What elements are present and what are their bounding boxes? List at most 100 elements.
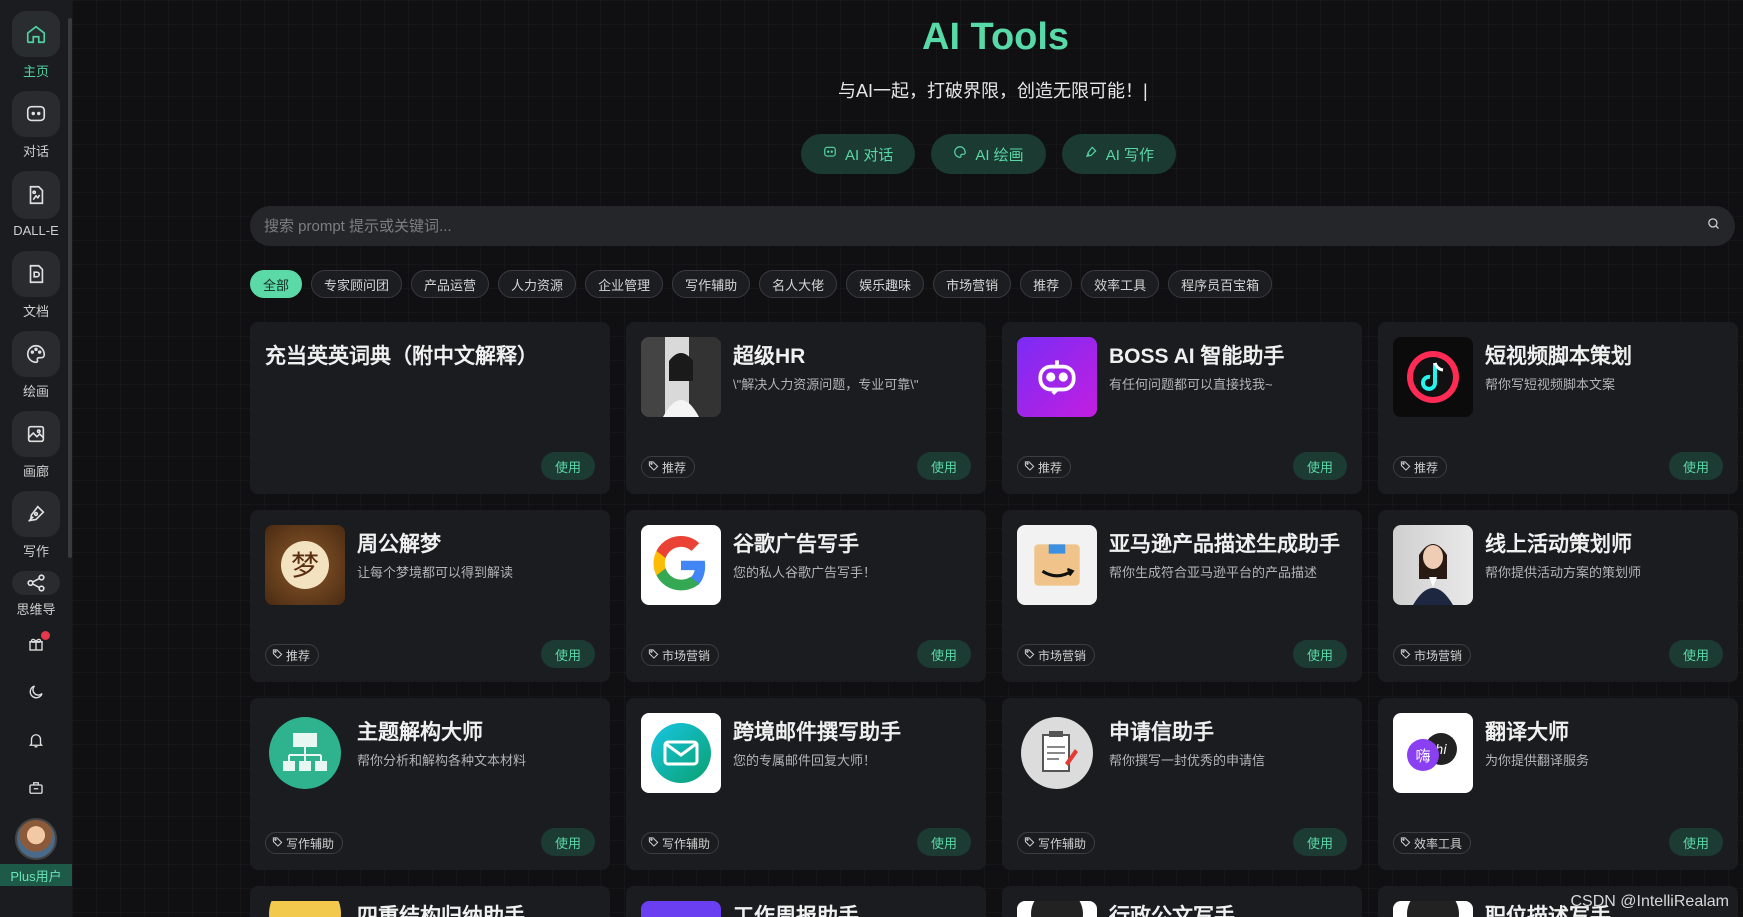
- sidebar-item-dalle[interactable]: DALL-E: [0, 160, 72, 240]
- sidebar-scrollbar[interactable]: [68, 18, 72, 558]
- sidebar-item-label: 写作: [22, 544, 49, 559]
- category-tag[interactable]: 推荐: [1020, 270, 1073, 298]
- card-title: 跨境邮件撰写助手: [733, 721, 901, 744]
- gift-button[interactable]: [16, 626, 56, 666]
- prompt-card[interactable]: 工作周报助手: [626, 886, 986, 917]
- use-button[interactable]: 使用: [1669, 452, 1723, 480]
- sidebar-item-painting[interactable]: 绘画: [0, 320, 72, 400]
- prompt-card[interactable]: 充当英英词典（附中文解释） 使用: [250, 322, 610, 494]
- card-description: 帮你撰写一封优秀的申请信: [1109, 753, 1266, 768]
- sidebar-item-label: 主页: [22, 64, 49, 79]
- moon-icon: [27, 683, 45, 706]
- sidebar-item-writing[interactable]: 写作: [0, 480, 72, 560]
- category-tag[interactable]: 市场营销: [933, 270, 1012, 298]
- category-tag[interactable]: 效率工具: [1081, 270, 1160, 298]
- card-tag[interactable]: 推荐: [641, 456, 696, 478]
- card-tag[interactable]: 市场营销: [1017, 644, 1096, 666]
- pen-icon: [1084, 145, 1098, 163]
- white-tile-icon: [1017, 901, 1097, 917]
- use-button[interactable]: 使用: [1293, 640, 1347, 668]
- tag-icon: [648, 836, 659, 850]
- use-button[interactable]: 使用: [917, 828, 971, 856]
- plus-user-label[interactable]: Plus用户: [0, 864, 72, 886]
- white-tile-icon: [1393, 901, 1473, 917]
- sidebar-item-mindmap[interactable]: 思维导: [0, 560, 72, 618]
- card-title: 四重结构归纳助手: [357, 905, 525, 917]
- ai-chat-button[interactable]: AI 对话: [801, 134, 916, 174]
- prompt-card[interactable]: 梦 周公解梦 让每个梦境都可以得到解读 推荐 使用: [250, 510, 610, 682]
- category-tag[interactable]: 人力资源: [498, 270, 577, 298]
- planner-portrait-image: [1393, 525, 1473, 605]
- use-button[interactable]: 使用: [1293, 828, 1347, 856]
- card-title: 主题解构大师: [357, 721, 483, 744]
- card-tag[interactable]: 市场营销: [641, 644, 720, 666]
- use-button[interactable]: 使用: [917, 640, 971, 668]
- letter-icon: [1017, 713, 1097, 793]
- prompt-card[interactable]: BOSS AI 智能助手 有任何问题都可以直接找我~ 推荐 使用: [1002, 322, 1362, 494]
- toolbox-button[interactable]: [16, 770, 56, 810]
- prompt-card[interactable]: 亚马逊产品描述生成助手 帮你生成符合亚马逊平台的产品描述 市场营销 使用: [1002, 510, 1362, 682]
- card-title: 亚马逊产品描述生成助手: [1109, 533, 1340, 556]
- ai-writing-button[interactable]: AI 写作: [1061, 134, 1177, 174]
- card-tag-label: 市场营销: [662, 648, 711, 663]
- prompt-card[interactable]: 行政公文写手: [1002, 886, 1362, 917]
- card-tag[interactable]: 效率工具: [1393, 832, 1472, 854]
- ai-writing-label: AI 写作: [1105, 146, 1155, 164]
- sidebar-item-label: 画廊: [22, 464, 49, 479]
- card-description: 为你提供翻译服务: [1485, 753, 1590, 768]
- prompt-card[interactable]: 谷歌广告写手 您的私人谷歌广告写手！ 市场营销 使用: [626, 510, 986, 682]
- search-icon[interactable]: [1706, 216, 1721, 236]
- prompt-card[interactable]: 申请信助手 帮你撰写一封优秀的申请信 写作辅助 使用: [1002, 698, 1362, 870]
- use-button[interactable]: 使用: [541, 828, 595, 856]
- use-button[interactable]: 使用: [1293, 452, 1347, 480]
- sidebar-item-home[interactable]: 主页: [0, 0, 72, 80]
- sidebar-item-docs[interactable]: 文档: [0, 240, 72, 320]
- use-button[interactable]: 使用: [1669, 640, 1723, 668]
- card-tag-label: 市场营销: [1038, 648, 1087, 663]
- category-tag[interactable]: 全部: [250, 270, 303, 298]
- card-description: 帮你分析和解构各种文本材料: [357, 753, 527, 768]
- avatar[interactable]: [15, 818, 57, 860]
- ai-painting-button[interactable]: AI 绘画: [931, 134, 1046, 174]
- category-tag[interactable]: 企业管理: [585, 270, 664, 298]
- card-tag[interactable]: 写作辅助: [1017, 832, 1096, 854]
- translate-icon: hi 嗨: [1393, 713, 1473, 793]
- card-tag[interactable]: 推荐: [1017, 456, 1072, 478]
- category-tag[interactable]: 专家顾问团: [311, 270, 403, 298]
- category-tag[interactable]: 名人大佬: [759, 270, 838, 298]
- prompt-card[interactable]: 线上活动策划师 帮你提供活动方案的策划师 市场营销 使用: [1378, 510, 1738, 682]
- card-tag-label: 市场营销: [1414, 648, 1463, 663]
- category-tag[interactable]: 娱乐趣味: [846, 270, 925, 298]
- prompt-card[interactable]: 短视频脚本策划 帮你写短视频脚本文案 推荐 使用: [1378, 322, 1738, 494]
- search-input[interactable]: [264, 217, 1706, 235]
- category-tag[interactable]: 程序员百宝箱: [1168, 270, 1273, 298]
- category-tag[interactable]: 写作辅助: [672, 270, 751, 298]
- card-tag[interactable]: 推荐: [265, 644, 320, 666]
- prompt-card[interactable]: 主题解构大师帮你分析和解构各种文本材料写作辅助 使用: [250, 698, 610, 870]
- card-tag-label: 写作辅助: [286, 836, 335, 851]
- category-tag[interactable]: 产品运营: [411, 270, 490, 298]
- search-bar: [250, 206, 1735, 246]
- prompt-card[interactable]: hi 嗨翻译大师 为你提供翻译服务 效率工具 使用: [1378, 698, 1738, 870]
- card-tag[interactable]: 写作辅助: [641, 832, 720, 854]
- prompt-card[interactable]: 超级HR \"解决人力资源问题，专业可靠\" 推荐 使用: [626, 322, 986, 494]
- prompt-card[interactable]: 四重结构归纳助手: [250, 886, 610, 917]
- sidebar-item-gallery[interactable]: 画廊: [0, 400, 72, 480]
- use-button[interactable]: 使用: [541, 452, 595, 480]
- structure-icon: [265, 713, 345, 793]
- use-button[interactable]: 使用: [1669, 828, 1723, 856]
- image-file-icon: [12, 171, 60, 219]
- page-title: AI Tools: [922, 16, 1070, 58]
- use-button[interactable]: 使用: [541, 640, 595, 668]
- theme-toggle-button[interactable]: [16, 674, 56, 714]
- notifications-button[interactable]: [16, 722, 56, 762]
- card-tag[interactable]: 推荐: [1393, 456, 1448, 478]
- prompt-card[interactable]: 跨境邮件撰写助手您的专属邮件回复大师！ 写作辅助 使用: [626, 698, 986, 870]
- robot-icon: [1017, 337, 1097, 417]
- card-tag[interactable]: 市场营销: [1393, 644, 1472, 666]
- use-button[interactable]: 使用: [917, 452, 971, 480]
- card-description: 您的专属邮件回复大师！: [733, 753, 877, 768]
- card-title: BOSS AI 智能助手: [1109, 345, 1285, 368]
- card-tag[interactable]: 写作辅助: [265, 832, 344, 854]
- sidebar-item-chat[interactable]: 对话: [0, 80, 72, 160]
